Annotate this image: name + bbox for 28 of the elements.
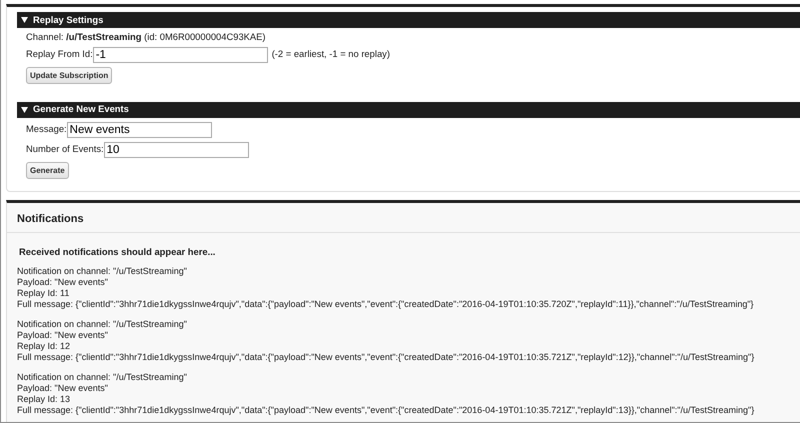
text-field[interactable]: New events (66, 122, 212, 138)
notification-line: Full message: {"clientId":"3hhr71die1dkygssInwe4rqujv","data":{"payload":"New events","event":{"createdDate":"2016-04-19T01:10:35.721Z","replayId":13}},"channel":"/u/TestStreaming"} (17, 405, 756, 416)
collapse-triangle-icon (21, 106, 28, 113)
notification-line: Replay Id: 13 (17, 394, 72, 406)
notification-line: Payload: "New events" (17, 330, 109, 342)
notification-line: Payload: "New events" (17, 383, 109, 394)
section-header[interactable]: Replay Settings (17, 12, 800, 28)
field-label: Replay From Id: (26, 49, 93, 60)
notification-line: Replay Id: 12 (17, 341, 72, 352)
hint-text: (-2 = earliest, -1 = no replay) (272, 49, 390, 60)
notification-line: Notification on channel: "/u/TestStreaming" (17, 266, 188, 278)
notification-line: Notification on channel: "/u/TestStreaming" (17, 372, 188, 384)
notification-line: Full message: {"clientId":"3hhr71die1dkygssInwe4rqujv","data":{"payload":"New events","event":{"createdDate":"2016-04-19T01:10:35.720Z","replayId":11}},"channel":"/u/TestStreaming"} (17, 299, 755, 310)
notification-line: Replay Id: 11 (17, 288, 70, 300)
intro-text: Received notifications should appear here... (18, 247, 216, 258)
generate-button[interactable]: Generate (26, 162, 69, 179)
collapse-triangle-icon (21, 17, 28, 23)
notification-line: Full message: {"clientId":"3hhr71die1dkygssInwe4rqujv","data":{"payload":"New events","event":{"createdDate":"2016-04-19T01:10:35.721Z","replayId":12}},"channel":"/u/TestStreaming"} (17, 352, 756, 364)
field-label: Message: (26, 124, 67, 136)
notification-line: Notification on channel: "/u/TestStreaming" (17, 319, 188, 330)
channel-info: Channel: /u/TestStreaming (id: 0M6R00000004C93KAE) (26, 32, 267, 43)
text-field[interactable]: 10 (104, 142, 249, 158)
replay-id-field[interactable]: -1 (92, 46, 268, 63)
field-label: Number of Events: (26, 144, 104, 156)
notifications-title: Notifications (7, 202, 800, 234)
notification-line: Payload: "New events" (17, 277, 109, 288)
update-subscription-button[interactable]: Update Subscription (26, 66, 112, 84)
section-header[interactable]: Generate New Events (17, 102, 800, 118)
